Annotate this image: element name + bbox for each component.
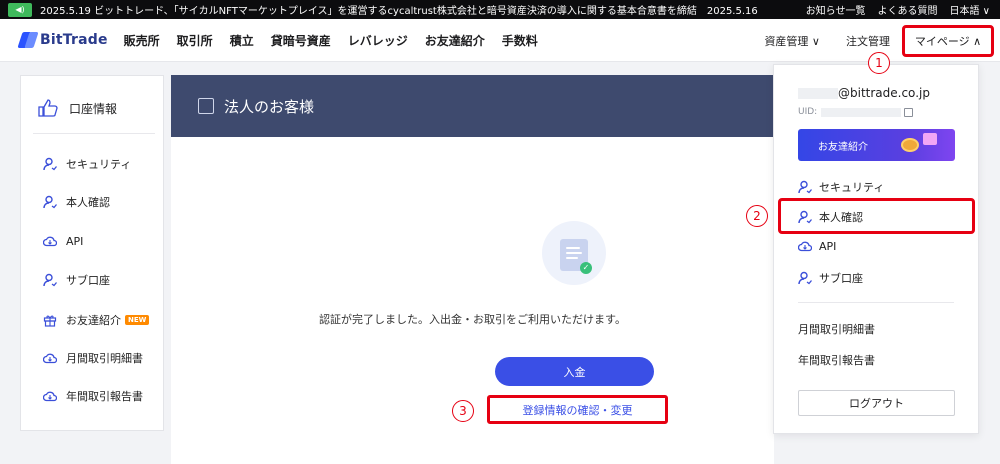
deposit-label: 入金	[563, 365, 586, 379]
menu-fees[interactable]: 手数料	[502, 32, 538, 49]
card-icon	[923, 133, 937, 145]
menu-leverage[interactable]: レバレッジ	[348, 32, 408, 49]
mypage-button[interactable]: マイページ ∧	[902, 24, 994, 57]
step-number: 1	[875, 56, 883, 70]
sidebar-item-referral[interactable]: お友達紹介 NEW	[43, 312, 150, 328]
cloud-icon	[43, 234, 57, 248]
sidebar-item-identity[interactable]: 本人確認	[43, 194, 110, 210]
sidebar-label: 月間取引明細書	[66, 352, 143, 365]
deposit-button[interactable]: 入金	[495, 357, 654, 386]
announcement-icon: ◀)	[8, 2, 32, 17]
user-icon	[43, 157, 57, 171]
user-icon	[798, 180, 812, 194]
coin-icon	[901, 138, 919, 152]
building-icon	[198, 98, 214, 114]
cloud-icon	[798, 239, 812, 253]
step-badge-2: 2	[746, 205, 768, 227]
news-list-link[interactable]: お知らせ一覧	[806, 2, 866, 17]
confirm-label: 登録情報の確認・変更	[522, 403, 633, 417]
step-number: 2	[753, 209, 761, 223]
main-header: 法人のお客様	[171, 75, 774, 137]
page-title: 法人のお客様	[224, 97, 315, 116]
verification-complete-message: 認証が完了しました。入出金・お取引をご利用いただけます。	[319, 313, 626, 326]
cloud-icon	[43, 389, 57, 403]
new-badge: NEW	[125, 315, 150, 325]
announcement-bar: ◀) 2025.5.19 ビットトレード、「サイカルNFTマーケットプレイス」を…	[0, 0, 1000, 19]
menu-referral[interactable]: お友達紹介	[425, 32, 485, 49]
top-nav: BitTrade 販売所 取引所 積立 貸暗号資産 レバレッジ お友達紹介 手数…	[0, 19, 1000, 62]
sidebar-item-account-info[interactable]: 口座情報	[37, 98, 117, 118]
logo-text: BitTrade	[40, 32, 108, 48]
referral-banner[interactable]: お友達紹介	[798, 129, 955, 161]
mypage-dropdown: @bittrade.co.jp UID: お友達紹介 セキュリティ 本人確認 A…	[773, 64, 979, 434]
uid-label: UID:	[798, 107, 818, 117]
sidebar-item-security[interactable]: セキュリティ	[43, 156, 131, 172]
sidebar-top-label: 口座情報	[69, 101, 118, 116]
masked-text	[798, 88, 838, 99]
menu-savings[interactable]: 積立	[230, 32, 254, 49]
thumbs-up-icon	[37, 98, 59, 118]
menu-sales[interactable]: 販売所	[124, 32, 160, 49]
dropdown-label: API	[819, 239, 837, 253]
document-check-icon: ✓	[560, 239, 592, 274]
dropdown-label: サブ口座	[819, 272, 863, 285]
sidebar-label: 年間取引報告書	[66, 390, 143, 403]
logo-mark-icon	[17, 31, 39, 49]
dropdown-item-annual-report[interactable]: 年間取引報告書	[798, 352, 875, 368]
user-uid: UID:	[798, 107, 914, 117]
asset-management-menu[interactable]: 資産管理 ∨	[764, 33, 820, 49]
dropdown-label: セキュリティ	[819, 181, 885, 194]
sidebar-label: API	[66, 234, 84, 248]
logout-button[interactable]: ログアウト	[798, 390, 955, 416]
step-badge-3: 3	[452, 400, 474, 422]
user-email: @bittrade.co.jp	[798, 86, 930, 100]
sidebar-item-sub-account[interactable]: サブ口座	[43, 272, 110, 288]
logo[interactable]: BitTrade	[17, 31, 108, 49]
order-management-link[interactable]: 注文管理	[846, 33, 890, 49]
masked-text	[821, 107, 902, 117]
language-select[interactable]: 日本語 ∨	[950, 2, 991, 17]
sidebar-divider	[33, 133, 155, 134]
cloud-icon	[43, 351, 57, 365]
dropdown-label: 月間取引明細書	[798, 323, 875, 336]
banner-label: お友達紹介	[818, 141, 868, 153]
step-number: 3	[459, 404, 467, 418]
identity-highlight-box	[778, 198, 975, 234]
sidebar-item-monthly-statement[interactable]: 月間取引明細書	[43, 350, 143, 366]
dropdown-item-security[interactable]: セキュリティ	[798, 179, 884, 195]
logout-label: ログアウト	[849, 397, 904, 410]
copy-icon[interactable]	[904, 107, 914, 117]
menu-exchange[interactable]: 取引所	[177, 32, 213, 49]
dropdown-item-monthly-statement[interactable]: 月間取引明細書	[798, 321, 875, 337]
announcement-news[interactable]: 2025.5.19 ビットトレード、「サイカルNFTマーケットプレイス」を運営す…	[40, 2, 760, 17]
dropdown-divider	[798, 302, 954, 303]
sidebar-label: 本人確認	[66, 196, 110, 209]
email-text: @bittrade.co.jp	[838, 86, 930, 100]
menu-lending[interactable]: 貸暗号資産	[271, 32, 331, 49]
user-icon	[43, 195, 57, 209]
dropdown-item-api[interactable]: API	[798, 239, 836, 253]
sidebar-item-api[interactable]: API	[43, 234, 83, 248]
account-sidebar: 口座情報 セキュリティ 本人確認 API サブ口座 お友達紹介 NEW 月間取引…	[20, 75, 164, 431]
dropdown-label: 年間取引報告書	[798, 354, 875, 367]
sidebar-label: セキュリティ	[66, 158, 132, 171]
dropdown-item-sub-account[interactable]: サブ口座	[798, 270, 863, 286]
user-icon	[798, 271, 812, 285]
sidebar-label: お友達紹介	[66, 314, 121, 327]
sidebar-label: サブ口座	[66, 274, 110, 287]
gift-icon	[43, 313, 57, 327]
sidebar-item-annual-report[interactable]: 年間取引報告書	[43, 388, 143, 404]
step-badge-1: 1	[868, 52, 890, 74]
main-menu: 販売所 取引所 積立 貸暗号資産 レバレッジ お友達紹介 手数料	[124, 32, 538, 49]
mypage-label: マイページ ∧	[914, 34, 982, 48]
user-icon	[43, 273, 57, 287]
confirm-registration-button[interactable]: 登録情報の確認・変更	[487, 395, 668, 424]
faq-link[interactable]: よくある質問	[878, 2, 938, 17]
